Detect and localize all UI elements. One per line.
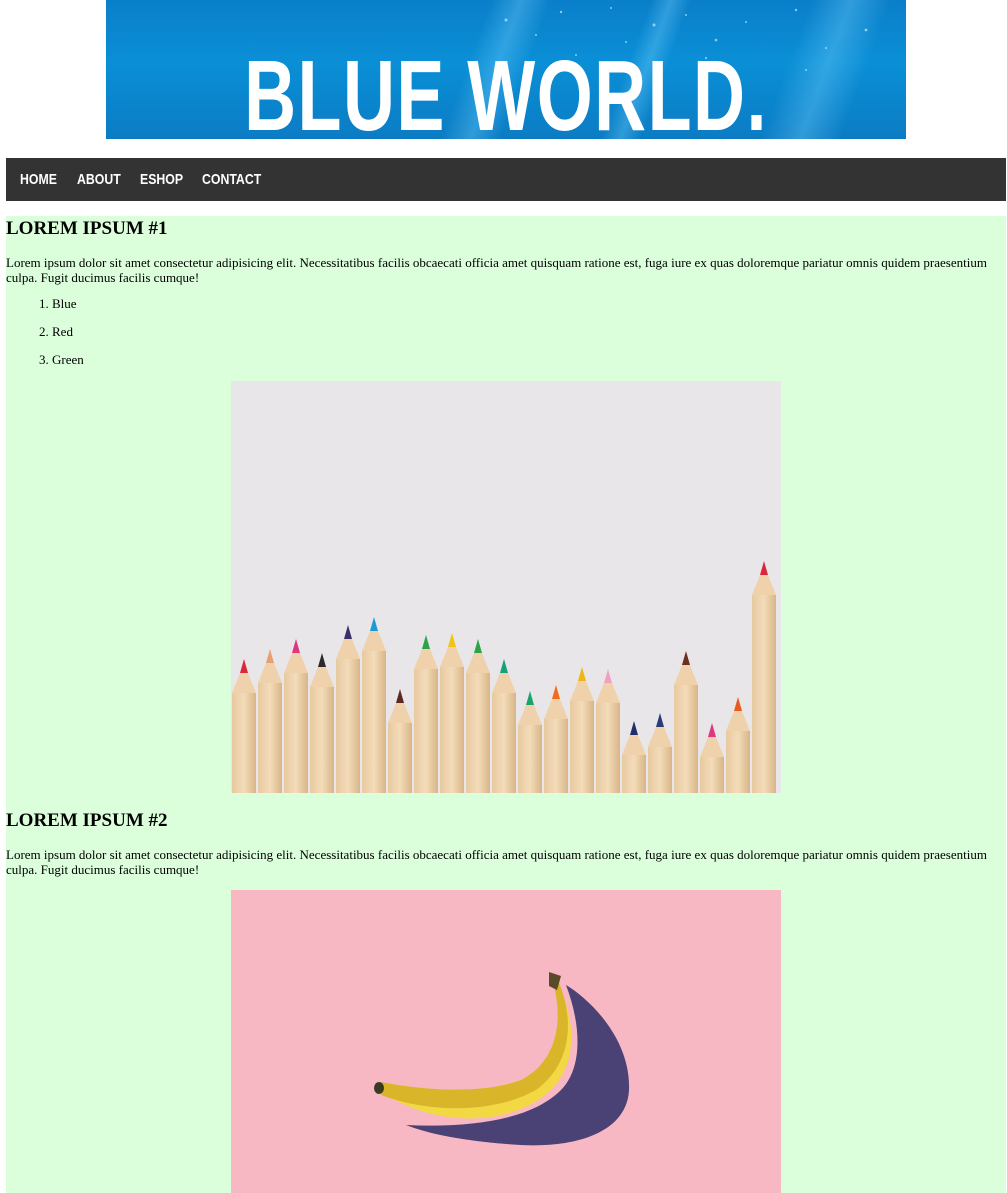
banana-image [231, 890, 781, 1193]
section-2-paragraph: Lorem ipsum dolor sit amet consectetur a… [6, 847, 987, 877]
nav-eshop-link[interactable]: ESHOP [140, 158, 183, 201]
pencil [388, 689, 412, 793]
pencil [362, 617, 386, 793]
pencil [622, 721, 646, 793]
pencil [518, 691, 542, 793]
banner-title: BLUE WORLD. [244, 40, 768, 139]
pencil [310, 653, 334, 793]
nav-home-link[interactable]: HOME [20, 158, 57, 201]
pencil [284, 639, 308, 793]
pencil [700, 723, 724, 793]
colored-pencils-image [231, 381, 781, 793]
nav-about-link[interactable]: ABOUT [77, 158, 121, 201]
pencil [648, 713, 672, 793]
pencil [414, 635, 438, 793]
list-item: 1. Blue [39, 296, 77, 311]
pencil [570, 667, 594, 793]
list-item: 3. Green [39, 352, 84, 367]
main-navbar: HOME ABOUT ESHOP CONTACT [6, 158, 1006, 201]
banner-image: BLUE WORLD. [106, 0, 906, 139]
pencil [440, 633, 464, 793]
pencil [258, 649, 282, 793]
pencil [596, 669, 620, 793]
pencil [674, 651, 698, 793]
pencil [492, 659, 516, 793]
list-item: 2. Red [39, 324, 73, 339]
pencil [752, 561, 776, 793]
main-content: LOREM IPSUM #1 Lorem ipsum dolor sit ame… [6, 216, 1006, 1193]
section-2-heading: LOREM IPSUM #2 [6, 810, 168, 831]
section-1-heading: LOREM IPSUM #1 [6, 218, 168, 239]
pencil [544, 685, 568, 793]
pencil [466, 639, 490, 793]
pencil [336, 625, 360, 793]
pencil [232, 659, 256, 793]
nav-contact-link[interactable]: CONTACT [202, 158, 261, 201]
section-1-paragraph: Lorem ipsum dolor sit amet consectetur a… [6, 255, 987, 285]
pencil [726, 697, 750, 793]
